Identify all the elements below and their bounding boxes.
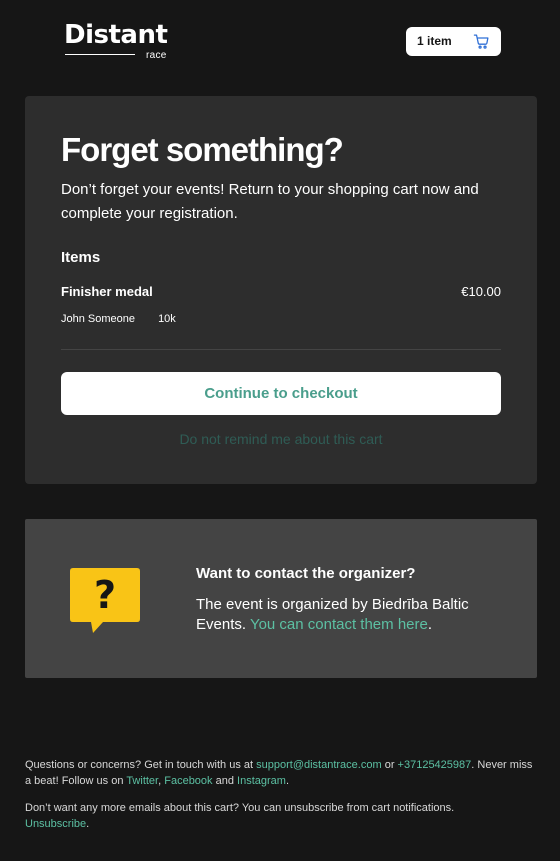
footer-period-2: . xyxy=(86,818,90,830)
item-price: €10.00 xyxy=(461,284,501,299)
contact-title: Want to contact the organizer? xyxy=(196,565,416,582)
footer-contact-text: Questions or concerns? Get in touch with… xyxy=(25,759,254,771)
do-not-remind-link[interactable]: Do not remind me about this cart xyxy=(61,430,501,448)
footer-contact-paragraph: Questions or concerns? Get in touch with… xyxy=(25,757,535,789)
unsubscribe-link[interactable]: Unsubscribe xyxy=(25,818,86,830)
footer-unsubscribe-text: Don’t want any more emails about this ca… xyxy=(25,802,455,814)
support-phone-link[interactable]: +37125425987 xyxy=(398,759,472,771)
footer-period: . xyxy=(285,775,290,787)
cart-count-label: 1 item xyxy=(417,34,452,48)
facebook-link[interactable]: Facebook xyxy=(164,775,212,787)
participant-name: John Someone xyxy=(61,313,135,325)
divider xyxy=(61,349,501,350)
distant-race-logo[interactable]: Distant race xyxy=(64,20,174,64)
cart-reminder-card: Forget something? Don’t forget your even… xyxy=(25,96,537,484)
cart-button[interactable]: 1 item xyxy=(406,27,501,56)
page-title: Forget something? xyxy=(61,131,344,168)
logo-wordmark: Distant xyxy=(64,20,168,50)
reminder-intro-text: Don’t forget your events! Return to your… xyxy=(61,181,479,222)
items-heading: Items xyxy=(61,249,101,266)
continue-to-checkout-button[interactable]: Continue to checkout xyxy=(61,372,501,415)
footer-unsubscribe-paragraph: Don’t want any more emails about this ca… xyxy=(25,800,535,832)
contact-text-suffix: . xyxy=(427,616,433,633)
contact-organizer-card: ? Want to contact the organizer? The eve… xyxy=(25,519,537,678)
logo-subtext: race xyxy=(146,50,167,61)
instagram-link[interactable]: Instagram xyxy=(237,775,286,787)
race-distance: 10k xyxy=(158,313,176,325)
cart-icon xyxy=(473,34,489,49)
twitter-link[interactable]: Twitter xyxy=(126,775,158,787)
contact-organizer-link[interactable]: You can contact them here xyxy=(250,616,428,633)
item-name: Finisher medal xyxy=(61,284,153,299)
footer-and-text: and xyxy=(215,775,234,787)
footer-or-text: or xyxy=(384,759,395,771)
contact-text: The event is organized by Biedrība Balti… xyxy=(196,595,486,635)
svg-text:?: ? xyxy=(94,573,116,617)
item-details: John Someone 10k xyxy=(61,312,176,326)
email-footer: Questions or concerns? Get in touch with… xyxy=(25,757,535,843)
question-speech-bubble-icon: ? xyxy=(70,568,140,633)
email-header: Distant race 1 item xyxy=(0,0,560,96)
footer-comma: , xyxy=(158,775,162,787)
logo-underline xyxy=(65,54,135,55)
support-email-link[interactable]: support@distantrace.com xyxy=(256,759,382,771)
